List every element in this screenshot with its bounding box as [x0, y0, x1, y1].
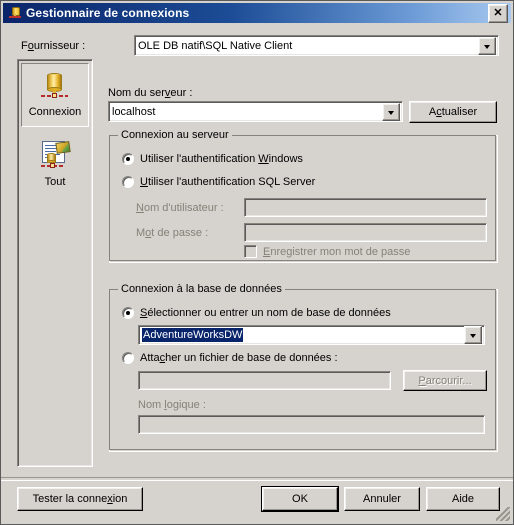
- ok-button[interactable]: OK: [261, 486, 339, 512]
- close-icon[interactable]: ✕: [488, 3, 508, 23]
- help-button[interactable]: Aide: [426, 487, 500, 511]
- database-cylinder-icon: [38, 69, 72, 103]
- provider-combobox[interactable]: OLE DB natif\SQL Native Client: [134, 35, 499, 56]
- radio-attach-database[interactable]: Attacher un fichier de base de données :: [122, 352, 338, 364]
- database-name-combobox[interactable]: AdventureWorksDW: [138, 325, 485, 345]
- sidebar-item-connexion[interactable]: Connexion: [21, 63, 89, 127]
- server-name-combobox[interactable]: localhost: [108, 101, 403, 122]
- logical-name-field[interactable]: [138, 415, 485, 434]
- refresh-button[interactable]: Actualiser: [409, 101, 497, 123]
- radio-select-database-label: Sélectionner ou entrer un nom de base de…: [140, 307, 391, 319]
- radio-attach-database-label: Attacher un fichier de base de données :: [140, 352, 338, 364]
- test-connection-button[interactable]: Tester la connexion: [17, 487, 143, 511]
- database-connection-group: Connexion à la base de données Sélection…: [109, 283, 498, 452]
- resize-grip-icon[interactable]: [496, 507, 510, 521]
- title-bar: Gestionnaire de connexions ✕: [3, 3, 511, 23]
- document-properties-icon: [36, 139, 74, 173]
- database-name-value: AdventureWorksDW: [142, 328, 244, 342]
- database-connection-group-title: Connexion à la base de données: [118, 283, 285, 295]
- attach-file-field[interactable]: [138, 371, 391, 390]
- window-title: Gestionnaire de connexions: [26, 6, 190, 20]
- checkbox-save-password[interactable]: Enregistrer mon mot de passe: [244, 245, 410, 258]
- connection-manager-dialog: Gestionnaire de connexions ✕ Fournisseur…: [0, 0, 514, 525]
- password-field[interactable]: [244, 223, 487, 242]
- chevron-down-icon[interactable]: [464, 326, 482, 344]
- server-name-value: localhost: [112, 105, 156, 118]
- radio-indicator: [122, 176, 134, 188]
- username-field[interactable]: [244, 198, 487, 217]
- sidebar-item-tout-label: Tout: [44, 176, 66, 188]
- server-connection-group-title: Connexion au serveur: [118, 129, 232, 141]
- database-connection-icon: [7, 5, 23, 21]
- browse-button[interactable]: Parcourir...: [403, 370, 487, 391]
- radio-indicator: [122, 153, 134, 165]
- sidebar-item-connexion-label: Connexion: [28, 106, 82, 118]
- radio-sql-auth[interactable]: Utiliser l'authentification SQL Server: [122, 176, 315, 188]
- radio-indicator: [122, 352, 134, 364]
- chevron-down-icon[interactable]: [382, 102, 400, 121]
- password-label: Mot de passe :: [136, 227, 209, 239]
- chevron-down-icon[interactable]: [478, 36, 496, 55]
- cancel-button[interactable]: Annuler: [344, 487, 420, 511]
- checkbox-save-password-label: Enregistrer mon mot de passe: [263, 245, 411, 258]
- provider-label: Fournisseur :: [21, 40, 86, 52]
- radio-indicator: [122, 307, 134, 319]
- radio-windows-auth[interactable]: Utiliser l'authentification Windows: [122, 153, 303, 165]
- footer-separator: [1, 477, 513, 481]
- checkbox-indicator: [244, 245, 257, 258]
- server-connection-group: Connexion au serveur Utiliser l'authenti…: [109, 129, 498, 263]
- radio-sql-auth-label: Utiliser l'authentification SQL Server: [140, 176, 316, 188]
- sidebar: Connexion Tout: [17, 59, 93, 467]
- radio-windows-auth-label: Utiliser l'authentification Windows: [140, 153, 303, 165]
- username-label: Nom d'utilisateur :: [136, 202, 224, 214]
- sidebar-item-tout[interactable]: Tout: [21, 134, 89, 198]
- server-name-label: Nom du serveur :: [108, 87, 193, 99]
- provider-value: OLE DB natif\SQL Native Client: [138, 39, 293, 52]
- logical-name-label: Nom logique :: [138, 399, 206, 411]
- radio-select-database[interactable]: Sélectionner ou entrer un nom de base de…: [122, 307, 391, 319]
